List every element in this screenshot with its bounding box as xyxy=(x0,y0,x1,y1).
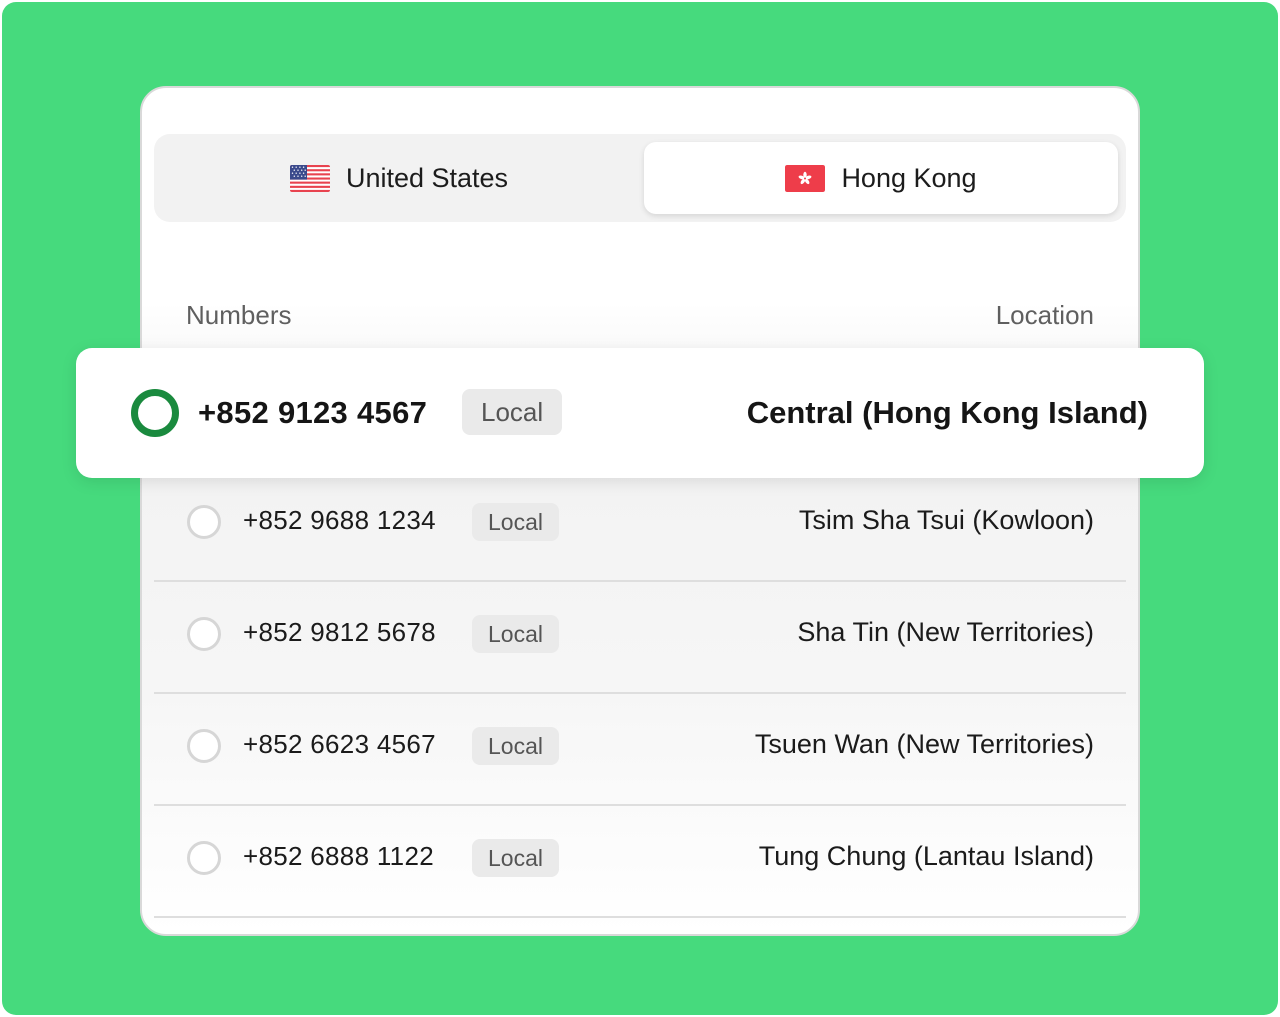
radio-button[interactable] xyxy=(187,505,221,539)
numbers-column-header: Numbers xyxy=(186,300,292,330)
number-type-badge: Local xyxy=(472,727,559,765)
tab-label: United States xyxy=(345,162,509,193)
table-row[interactable]: +852 9812 5678 Local Sha Tin (New Territ… xyxy=(154,580,1126,694)
number-location: Tung Chung (Lantau Island) xyxy=(758,841,1094,871)
number-location: Tsim Sha Tsui (Kowloon) xyxy=(798,505,1094,535)
phone-number: +852 6888 1122 xyxy=(243,841,434,871)
phone-number: +852 6623 4567 xyxy=(243,729,436,759)
radio-button-selected[interactable] xyxy=(131,389,179,437)
table-row[interactable]: +852 6623 4567 Local Tsuen Wan (New Terr… xyxy=(154,692,1126,806)
number-type-badge: Local xyxy=(472,503,559,541)
phone-number: +852 9812 5678 xyxy=(243,617,436,647)
table-row[interactable]: +852 9688 1234 Local Tsim Sha Tsui (Kowl… xyxy=(154,468,1126,582)
selected-number-row[interactable]: +852 9123 4567 Local Central (Hong Kong … xyxy=(76,348,1204,478)
table-row[interactable]: +852 6888 1122 Local Tung Chung (Lantau … xyxy=(154,804,1126,918)
number-type-badge: Local xyxy=(462,389,563,435)
number-location: Central (Hong Kong Island) xyxy=(746,395,1148,430)
phone-number: +852 9688 1234 xyxy=(243,505,436,535)
tab-united-states[interactable]: United States xyxy=(162,142,636,214)
number-location: Tsuen Wan (New Territories) xyxy=(754,729,1094,759)
phone-number: +852 9123 4567 xyxy=(198,395,428,430)
us-flag-icon xyxy=(289,164,330,192)
number-type-badge: Local xyxy=(472,615,559,653)
radio-button[interactable] xyxy=(187,841,221,875)
hk-flag-icon xyxy=(785,164,826,192)
location-column-header: Location xyxy=(995,300,1094,330)
number-type-badge: Local xyxy=(472,839,559,877)
number-picker-card: United States Hong Kong Numbers Location… xyxy=(140,86,1140,936)
radio-button[interactable] xyxy=(187,729,221,763)
radio-button[interactable] xyxy=(187,617,221,651)
tab-label: Hong Kong xyxy=(841,162,977,193)
number-location: Sha Tin (New Territories) xyxy=(797,617,1094,647)
country-tabs: United States Hong Kong xyxy=(154,134,1126,222)
tab-hong-kong[interactable]: Hong Kong xyxy=(644,142,1118,214)
